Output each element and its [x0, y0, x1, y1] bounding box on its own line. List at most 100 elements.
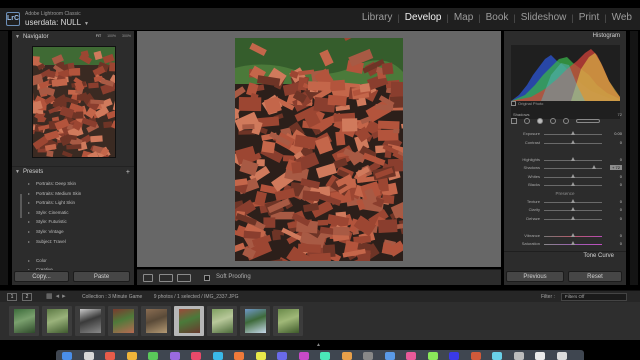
filmstrip-thumb[interactable] — [42, 306, 72, 336]
histogram[interactable]: Shadows 72 — [511, 45, 622, 119]
preset-item[interactable]: Portraits: Deep Skin — [12, 179, 134, 189]
dock-app-icon[interactable] — [535, 352, 545, 360]
dock-app-icon[interactable] — [363, 352, 373, 360]
screen-2-button[interactable]: 2 — [22, 293, 32, 301]
module-slideshow[interactable]: Slideshow — [519, 12, 569, 23]
original-photo-checkbox[interactable]: Original Photo — [511, 101, 543, 106]
filmstrip-thumb[interactable] — [108, 306, 138, 336]
dock-app-icon[interactable] — [320, 352, 330, 360]
dock-app-icon[interactable] — [148, 352, 158, 360]
preset-item[interactable]: Style: Cinematic — [12, 208, 134, 218]
dock-app-icon[interactable] — [470, 352, 481, 360]
crop-tool-icon[interactable] — [511, 118, 517, 124]
before-after-icon[interactable] — [159, 274, 173, 282]
dock-app-icon[interactable] — [492, 352, 502, 360]
dock-app-icon[interactable] — [341, 352, 352, 360]
reset-button[interactable]: Reset — [568, 271, 622, 282]
screen-1-button[interactable]: 1 — [7, 293, 17, 301]
filmstrip-thumb[interactable] — [141, 306, 171, 336]
dock-app-icon[interactable] — [234, 352, 244, 360]
dock-app-icon[interactable] — [255, 352, 266, 360]
module-book[interactable]: Book — [484, 12, 511, 23]
slider-value[interactable]: + 72 — [610, 165, 622, 170]
dock-app-icon[interactable] — [212, 352, 223, 360]
preset-item[interactable]: Color — [12, 256, 134, 266]
masking-icon[interactable] — [550, 118, 556, 124]
slider-thumb[interactable] — [571, 198, 575, 203]
add-preset-icon[interactable]: + — [126, 169, 130, 176]
radial-filter-icon[interactable] — [563, 118, 569, 124]
left-panel-edge[interactable] — [0, 31, 8, 285]
slider-value[interactable]: 0 — [620, 216, 622, 221]
slider-thumb[interactable] — [571, 156, 575, 161]
paste-button[interactable]: Paste — [73, 271, 130, 282]
slider-value[interactable]: 0 — [620, 174, 622, 179]
dock-app-icon[interactable] — [169, 352, 180, 360]
main-photo[interactable] — [235, 38, 403, 261]
swap-before-after-icon[interactable] — [177, 274, 191, 282]
slider-value[interactable]: 0 — [620, 207, 622, 212]
preset-item[interactable]: Subject: Travel — [12, 237, 134, 247]
preset-item[interactable]: Style: Vintage — [12, 227, 134, 237]
slider-thumb[interactable] — [571, 173, 575, 178]
dock-app-icon[interactable] — [449, 352, 459, 360]
tone-curve-header[interactable]: Tone Curve — [504, 251, 626, 261]
spot-removal-icon[interactable] — [524, 118, 530, 124]
preset-item[interactable]: Style: Futuristic — [12, 217, 134, 227]
presets-header[interactable]: ▼ Presets + — [12, 166, 134, 177]
navigator-header[interactable]: ▼ Navigator FIT 100% 300% — [12, 31, 134, 42]
slider-thumb[interactable] — [571, 139, 575, 144]
dock-app-icon[interactable] — [513, 352, 524, 360]
slider-thumb[interactable] — [571, 207, 575, 211]
filmstrip-thumb[interactable] — [75, 306, 105, 336]
slider-thumb[interactable] — [571, 182, 575, 186]
dock-app-icon[interactable] — [191, 352, 201, 360]
slider-thumb[interactable] — [571, 131, 575, 135]
slider-thumb[interactable] — [591, 165, 596, 169]
right-panel-edge[interactable] — [630, 31, 638, 285]
dock-app-icon[interactable] — [105, 352, 115, 360]
navigator-preview[interactable] — [32, 46, 116, 158]
soft-proofing-checkbox[interactable] — [204, 275, 210, 281]
image-canvas[interactable] — [137, 31, 501, 267]
red-eye-icon[interactable] — [537, 118, 543, 124]
previous-button[interactable]: Previous — [506, 271, 564, 282]
preset-item[interactable]: Portraits: Medium Skin — [12, 189, 134, 199]
dock-app-icon[interactable] — [83, 352, 94, 360]
module-library[interactable]: Library — [360, 12, 395, 23]
brush-amount-icon[interactable] — [576, 119, 600, 123]
slider-value[interactable]: 0 — [620, 241, 622, 246]
dock-app-icon[interactable] — [277, 352, 287, 360]
filmstrip-thumb[interactable] — [240, 306, 270, 336]
zoom-option[interactable]: 100% — [107, 34, 116, 38]
filmstrip-thumb[interactable] — [273, 306, 303, 336]
slider-value[interactable]: 0 — [620, 157, 622, 162]
slider-value[interactable]: 0 — [620, 199, 622, 204]
dock-app-icon[interactable] — [406, 352, 416, 360]
dock-app-icon[interactable] — [556, 352, 567, 360]
filmstrip-thumb[interactable] — [9, 306, 39, 336]
filmstrip-toggle-icon[interactable]: ▲ — [316, 342, 321, 348]
filmstrip-thumb[interactable] — [174, 306, 204, 336]
collection-info[interactable]: Collection : 3 Minute Game 9 photos / 1 … — [82, 294, 238, 300]
module-web[interactable]: Web — [610, 12, 634, 23]
slider-thumb[interactable] — [571, 215, 575, 220]
slider-value[interactable]: 0 — [620, 233, 622, 238]
slider-thumb[interactable] — [571, 232, 575, 237]
zoom-option[interactable]: FIT — [96, 34, 101, 38]
loupe-view-icon[interactable] — [143, 274, 153, 282]
user-identity[interactable]: userdata: NULL ▼ — [25, 18, 89, 27]
slider-thumb[interactable] — [571, 241, 575, 245]
slider-value[interactable]: 0 — [620, 182, 622, 187]
module-map[interactable]: Map — [452, 12, 475, 23]
filter-select[interactable]: Filters Off — [561, 293, 627, 301]
dock-app-icon[interactable] — [298, 352, 309, 360]
module-develop[interactable]: Develop — [403, 12, 444, 23]
dock-app-icon[interactable] — [384, 352, 395, 360]
zoom-option[interactable]: 300% — [122, 34, 131, 38]
preset-item[interactable]: Portraits: Light Skin — [12, 198, 134, 208]
dock-app-icon[interactable] — [62, 352, 72, 360]
dock-app-icon[interactable] — [126, 352, 137, 360]
histogram-title[interactable]: Histogram — [593, 33, 620, 39]
module-print[interactable]: Print — [577, 12, 602, 23]
